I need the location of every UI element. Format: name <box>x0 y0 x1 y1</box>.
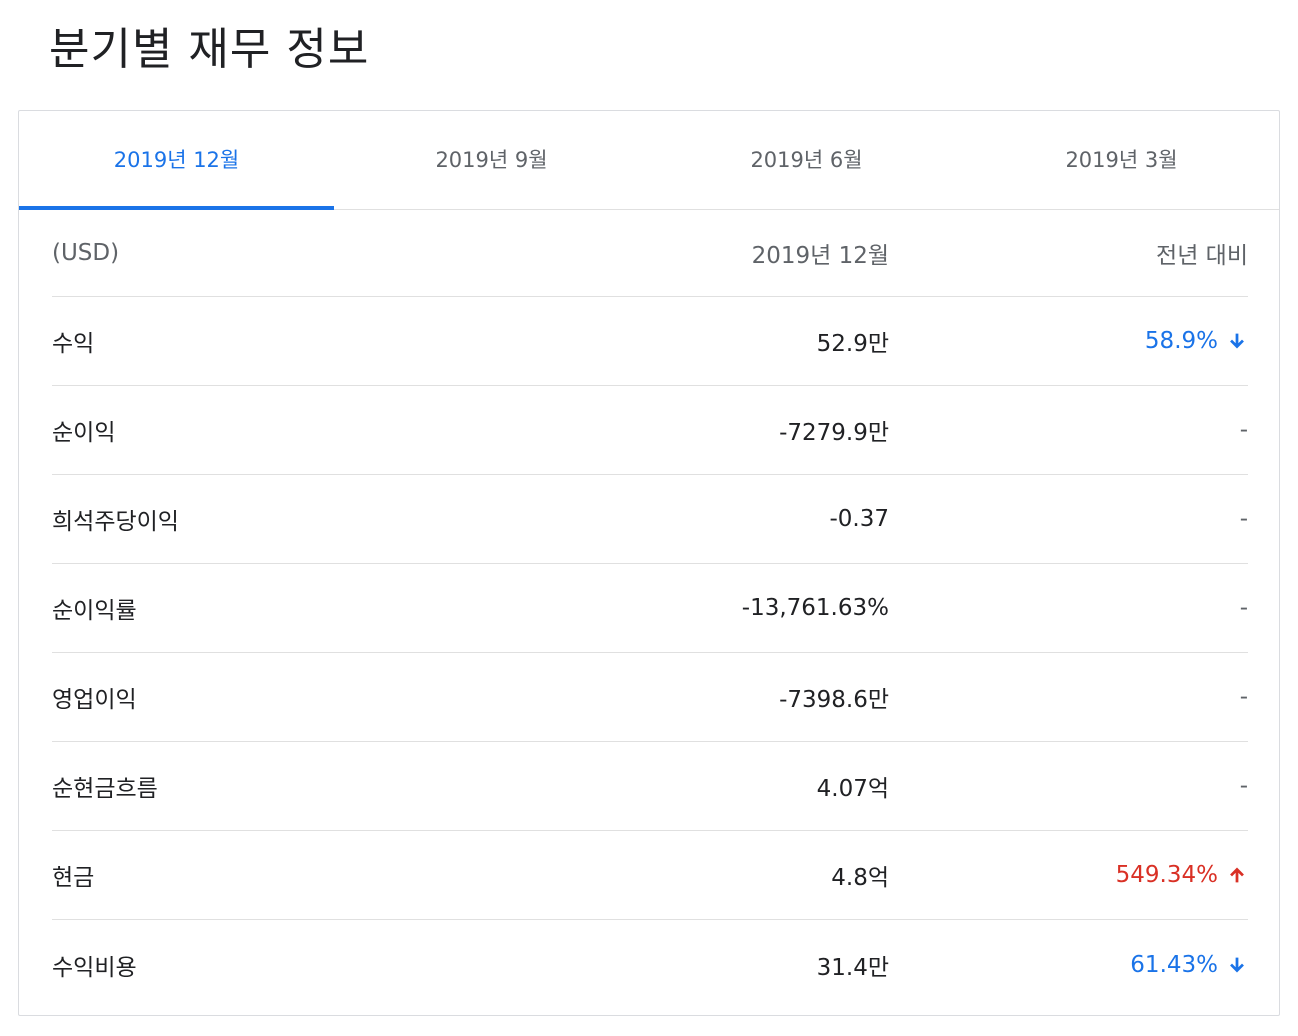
table-row: 영업이익 -7398.6만 - <box>52 653 1248 742</box>
row-value: 4.8억 <box>831 865 889 891</box>
row-change: 61.43% <box>889 952 1248 978</box>
arrow-down-icon <box>1226 954 1248 976</box>
table-row: 희석주당이익 -0.37 - <box>52 475 1248 564</box>
financials-card: 2019년 12월 2019년 9월 2019년 6월 2019년 3월 (US… <box>18 110 1280 1016</box>
row-label: 순이익률 <box>52 598 137 624</box>
row-value: -7398.6만 <box>779 687 889 713</box>
financials-table: (USD) 2019년 12월 전년 대비 수익 52.9만 58.9% 순이익… <box>52 209 1248 1009</box>
header-period: 2019년 12월 <box>751 242 889 269</box>
row-change: 549.34% <box>889 862 1248 888</box>
table-row: 순이익률 -13,761.63% - <box>52 564 1248 653</box>
row-change: - <box>1239 506 1248 532</box>
tab-2019-06[interactable]: 2019년 6월 <box>649 111 964 209</box>
quarter-tabs: 2019년 12월 2019년 9월 2019년 6월 2019년 3월 <box>19 111 1279 210</box>
table-header-row: (USD) 2019년 12월 전년 대비 <box>52 209 1248 297</box>
row-value: 31.4만 <box>816 954 889 981</box>
row-change: - <box>1239 417 1248 443</box>
row-label: 수익 <box>52 331 95 357</box>
row-label: 영업이익 <box>52 687 137 713</box>
row-value: 4.07억 <box>816 776 889 802</box>
row-change: 58.9% <box>889 328 1248 354</box>
table-row: 현금 4.8억 549.34% <box>52 831 1248 920</box>
tab-2019-09[interactable]: 2019년 9월 <box>334 111 649 209</box>
header-currency: (USD) <box>52 239 120 266</box>
table-row: 순현금흐름 4.07억 - <box>52 742 1248 831</box>
table-row: 순이익 -7279.9만 - <box>52 386 1248 475</box>
tab-2019-03[interactable]: 2019년 3월 <box>964 111 1279 209</box>
row-value: -13,761.63% <box>741 595 889 621</box>
row-change: - <box>1239 684 1248 710</box>
row-label: 순이익 <box>52 420 116 446</box>
row-label: 순현금흐름 <box>52 776 158 802</box>
page-title: 분기별 재무 정보 <box>49 24 370 75</box>
row-change: - <box>1239 773 1248 799</box>
tab-2019-12[interactable]: 2019년 12월 <box>19 111 334 210</box>
row-value: 52.9만 <box>816 331 889 357</box>
row-value: -7279.9만 <box>779 420 889 446</box>
arrow-down-icon <box>1226 330 1248 352</box>
row-label: 희석주당이익 <box>52 509 179 535</box>
row-value: -0.37 <box>829 506 889 532</box>
table-row: 수익 52.9만 58.9% <box>52 297 1248 386</box>
table-row: 수익비용 31.4만 61.43% <box>52 920 1248 1009</box>
row-label: 수익비용 <box>52 954 137 981</box>
arrow-up-icon <box>1226 864 1248 886</box>
row-change: - <box>1239 595 1248 621</box>
header-yoy: 전년 대비 <box>1156 242 1248 269</box>
row-label: 현금 <box>52 865 95 891</box>
